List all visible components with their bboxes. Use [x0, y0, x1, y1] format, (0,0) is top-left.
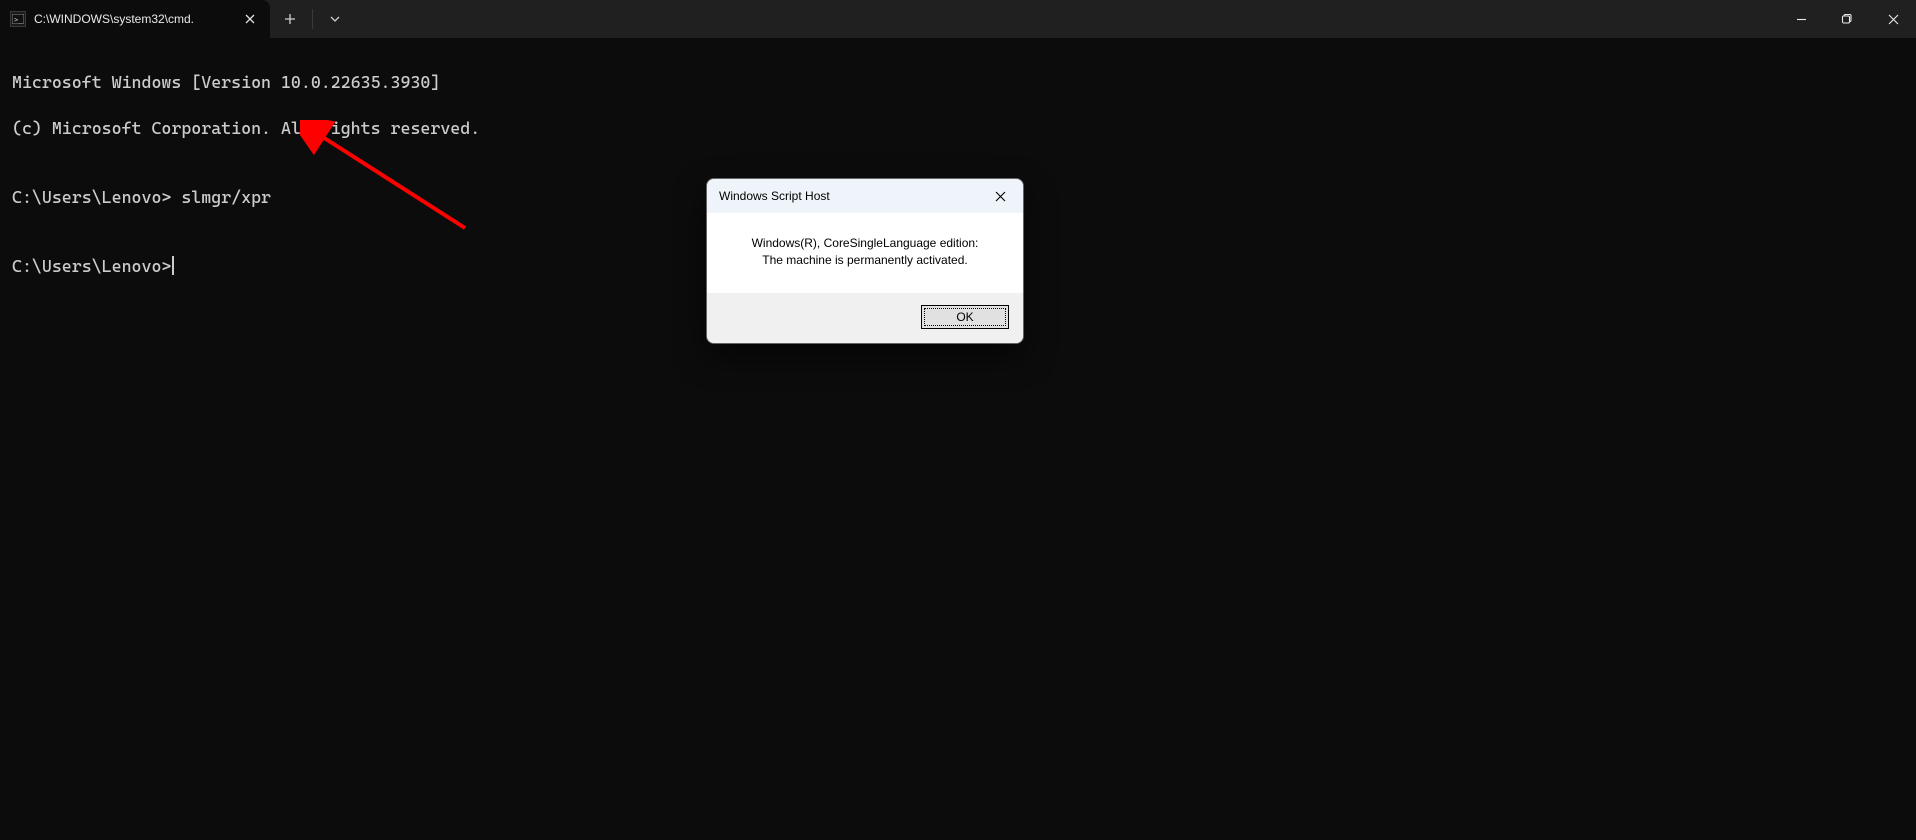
tab-dropdown-button[interactable] — [315, 0, 355, 38]
titlebar-drag-region[interactable] — [355, 0, 1778, 38]
dialog-title-text: Windows Script Host — [719, 189, 983, 203]
minimize-icon — [1796, 14, 1807, 25]
dialog-footer: OK — [707, 293, 1023, 343]
dialog-message-line: The machine is permanently activated. — [723, 252, 1007, 269]
svg-text:>_: >_ — [14, 16, 23, 24]
ok-button[interactable]: OK — [921, 305, 1009, 329]
command-text: slmgr/xpr — [181, 187, 271, 207]
new-tab-button[interactable] — [270, 0, 310, 38]
titlebar: >_ C:\WINDOWS\system32\cmd. — [0, 0, 1916, 38]
prompt: C:\Users\Lenovo> — [12, 187, 181, 207]
close-icon — [245, 14, 255, 24]
dialog-windows-script-host: Windows Script Host Windows(R), CoreSing… — [706, 178, 1024, 344]
dialog-close-button[interactable] — [983, 184, 1017, 208]
tab-cmd[interactable]: >_ C:\WINDOWS\system32\cmd. — [0, 0, 270, 38]
cursor — [172, 256, 174, 275]
plus-icon — [284, 13, 296, 25]
titlebar-separator — [312, 9, 313, 29]
close-icon — [995, 191, 1006, 202]
dialog-body: Windows(R), CoreSingleLanguage edition: … — [707, 213, 1023, 293]
terminal-line: Microsoft Windows [Version 10.0.22635.39… — [12, 71, 1904, 94]
tab-title: C:\WINDOWS\system32\cmd. — [34, 12, 232, 26]
tab-close-button[interactable] — [240, 9, 260, 29]
minimize-button[interactable] — [1778, 0, 1824, 38]
cmd-icon: >_ — [10, 11, 26, 27]
close-icon — [1888, 14, 1899, 25]
dialog-message-line: Windows(R), CoreSingleLanguage edition: — [723, 235, 1007, 252]
window-controls — [1778, 0, 1916, 38]
chevron-down-icon — [329, 13, 341, 25]
restore-icon — [1841, 13, 1853, 25]
maximize-button[interactable] — [1824, 0, 1870, 38]
dialog-titlebar[interactable]: Windows Script Host — [707, 179, 1023, 213]
terminal-output[interactable]: Microsoft Windows [Version 10.0.22635.39… — [0, 38, 1916, 840]
prompt: C:\Users\Lenovo> — [12, 256, 171, 276]
terminal-line: (c) Microsoft Corporation. All rights re… — [12, 117, 1904, 140]
window-close-button[interactable] — [1870, 0, 1916, 38]
